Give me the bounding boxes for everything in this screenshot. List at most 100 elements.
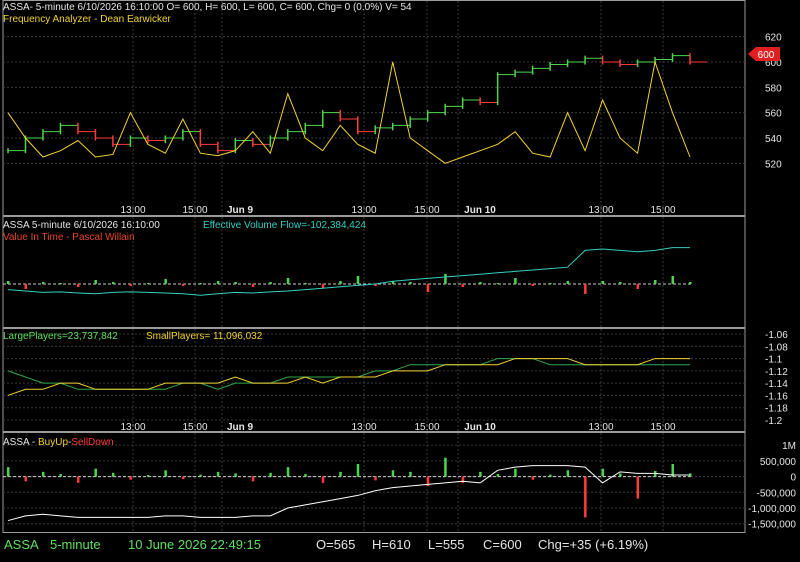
small-players-label: SmallPlayers= 11,096,032	[146, 331, 263, 342]
buyup-y-tick: 1M	[782, 441, 796, 452]
buyup-bar	[356, 464, 360, 477]
price-x-tick: 15:00	[414, 205, 439, 216]
players-x-tick: 13:00	[120, 422, 145, 433]
large-players-label: LargePlayers=23,737,842	[3, 331, 118, 342]
volume-flow-bar	[199, 283, 202, 284]
players-x-tick: Jun 9	[227, 422, 254, 433]
buyup-bar	[181, 476, 185, 480]
buyup-bar	[59, 474, 62, 477]
price-x-tick: 15:00	[650, 205, 675, 216]
volume-flow-bar	[94, 280, 97, 284]
buyup-bar	[164, 470, 167, 477]
players-y-tick: -1.1	[765, 355, 783, 366]
price-x-tick: Jun 9	[227, 205, 254, 216]
volume-flow-bar	[514, 278, 517, 284]
volume-flow-bar	[444, 274, 447, 284]
volume-flow-bar	[251, 284, 255, 287]
buyup-bar	[601, 468, 605, 477]
chart-window: 620 600 580 560 540 520 600 13:00 15:00 Jun 9 13:0…	[0, 0, 800, 562]
buyup-bar	[304, 474, 307, 477]
volume-flow-bar	[461, 284, 465, 287]
effective-volume-flow-line	[7, 247, 690, 296]
buyup-y-tick: -500,000	[757, 488, 797, 499]
buyup-bar	[24, 476, 27, 482]
price-y-tick: 620	[765, 33, 782, 44]
status-interval: 5-minute	[50, 537, 101, 552]
buyup-bar	[461, 476, 465, 483]
buyup-bar	[496, 474, 500, 477]
volume-flow-bar	[304, 283, 307, 284]
volume-flow-bar	[234, 282, 237, 284]
buyup-bar	[146, 475, 150, 477]
buyup-bar	[94, 468, 97, 477]
price-y-tick: 580	[765, 83, 782, 94]
last-price-tag-label: 600	[758, 50, 775, 61]
volume-flow-bar	[76, 284, 80, 287]
volume-flow-bar	[181, 284, 185, 286]
buyup-bar	[444, 457, 447, 477]
players-y-tick: -1.16	[765, 391, 788, 402]
buyup-y-tick: -1,500,000	[748, 520, 796, 531]
buyup-bar	[339, 471, 342, 477]
buyup-bar	[41, 471, 45, 477]
buyup-bar	[216, 471, 220, 477]
price-x-tick: 15:00	[182, 205, 207, 216]
volume-flow-bar	[59, 283, 62, 284]
volume-flow-bar	[531, 284, 535, 286]
players-y-tick: -1.06	[765, 330, 788, 341]
buyup-bar	[514, 468, 517, 477]
status-low: L=555	[428, 537, 465, 552]
buyup-label: BuyUp	[38, 437, 69, 448]
buyup-y-tick: 500,000	[760, 457, 797, 468]
selldown-label: SellDown	[71, 437, 114, 448]
buyup-bar	[549, 474, 552, 477]
buyup-bar	[391, 470, 395, 477]
buyup-cumulative-line	[7, 465, 690, 522]
buyup-bar	[129, 476, 132, 480]
players-y-tick: -1.18	[765, 404, 788, 415]
volume-flow-bar	[24, 284, 27, 289]
volume-flow-bar	[671, 276, 675, 284]
buyup-bar	[269, 472, 272, 477]
volume-flow-header: ASSA 5-minute 6/10/2026 16:10:00	[3, 220, 160, 231]
players-y-tick: -1.12	[765, 367, 788, 378]
volume-flow-bar	[479, 282, 482, 284]
buyup-bar	[76, 476, 80, 483]
volume-flow-bar	[321, 284, 325, 288]
buyup-y-tick: 0	[790, 473, 796, 484]
small-players-line	[7, 358, 690, 396]
buyup-bar	[636, 476, 640, 499]
players-x-tick: 15:00	[182, 422, 207, 433]
price-y-tick: 520	[765, 159, 782, 170]
volume-flow-bar	[619, 282, 622, 284]
volume-flow-bar	[549, 283, 552, 284]
price-x-tick: 13:00	[351, 205, 376, 216]
volume-flow-bar	[654, 280, 657, 284]
buyup-panel-header: ASSA - BuyUp-SellDown	[3, 437, 114, 449]
multi-panel-chart[interactable]: 62060058056054052060013:00 15:00 Jun 9 13:0…	[0, 0, 800, 562]
volume-flow-bar	[496, 283, 500, 284]
price-x-tick: Jun 10	[464, 205, 496, 216]
players-x-tick: Jun 10	[464, 422, 496, 433]
volume-flow-bar	[216, 281, 220, 284]
buyup-bar	[479, 471, 482, 477]
panel-frame-3	[2, 328, 746, 432]
volume-flow-bar	[689, 282, 692, 284]
status-high: H=610	[372, 537, 411, 552]
buyup-bar	[566, 470, 570, 477]
volume-flow-bar	[636, 284, 640, 289]
players-x-tick: 15:00	[650, 422, 675, 433]
buyup-bar	[619, 473, 622, 477]
large-players-line	[7, 358, 690, 390]
volume-flow-bar	[129, 284, 132, 286]
status-change: Chg=+35 (+6.19%)	[538, 537, 649, 552]
buyup-bar	[321, 476, 325, 483]
players-x-tick: 13:00	[351, 422, 376, 433]
price-x-tick: 13:00	[588, 205, 613, 216]
volume-flow-bar	[164, 279, 167, 284]
buyup-prefix: ASSA -	[3, 437, 39, 448]
buyup-bar	[251, 476, 255, 482]
buyup-bar	[584, 476, 587, 518]
value-in-time-label: Value In Time - Pascal Willain	[3, 232, 135, 243]
price-panel-header: ASSA- 5-minute 6/10/2026 16:10:00 O= 600…	[3, 2, 412, 13]
